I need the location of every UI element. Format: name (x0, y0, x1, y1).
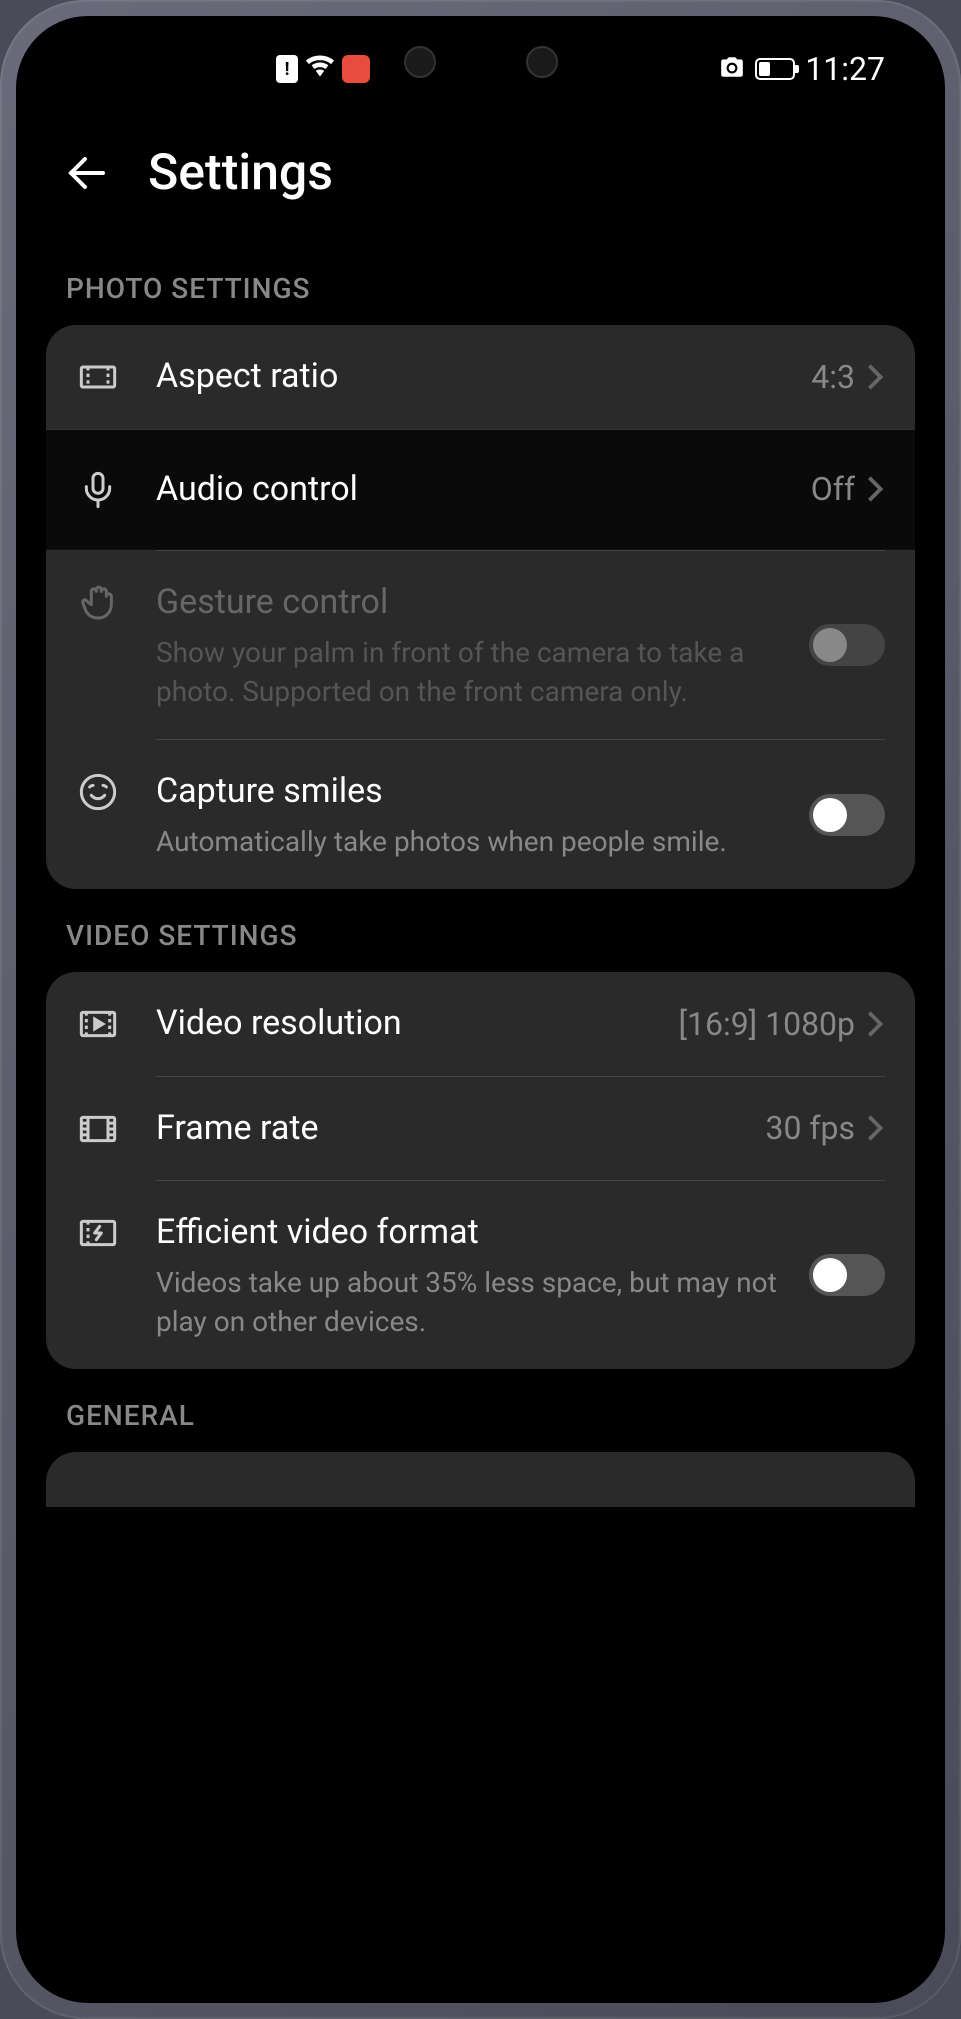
section-header-video: VIDEO SETTINGS (46, 889, 915, 972)
gesture-control-label: Gesture control (156, 579, 789, 627)
microphone-icon (78, 470, 118, 510)
audio-control-label: Audio control (156, 466, 791, 514)
chevron-right-icon (865, 1009, 885, 1039)
phone-frame: ! 11:27 Settings PHOTO SETTINGS (0, 0, 961, 2019)
smile-icon (78, 772, 118, 812)
chevron-right-icon (865, 474, 885, 504)
chevron-right-icon (865, 362, 885, 392)
efficient-video-desc: Videos take up about 35% less space, but… (156, 1263, 789, 1341)
content: PHOTO SETTINGS Aspect ratio 4:3 (16, 232, 945, 1507)
wifi-icon (306, 52, 334, 87)
battery-icon (755, 58, 795, 80)
gesture-control-toggle (809, 624, 885, 666)
section-header-general: GENERAL (46, 1369, 915, 1452)
video-resolution-value: [16:9] 1080p (678, 1005, 855, 1043)
video-resolution-label: Video resolution (156, 1000, 658, 1048)
capture-smiles-desc: Automatically take photos when people sm… (156, 822, 789, 861)
frame-rate-row[interactable]: Frame rate 30 fps (46, 1077, 915, 1181)
app-notification-icon (342, 55, 370, 83)
frame-rate-value: 30 fps (765, 1109, 855, 1147)
audio-control-value: Off (811, 470, 855, 508)
camera-status-icon (719, 50, 745, 88)
efficient-format-icon (78, 1213, 118, 1253)
hand-icon (78, 583, 118, 623)
general-settings-card (46, 1452, 915, 1507)
status-time: 11:27 (805, 50, 885, 88)
page-title: Settings (148, 144, 333, 202)
capture-smiles-label: Capture smiles (156, 768, 789, 816)
sim-alert-icon: ! (276, 55, 298, 83)
efficient-video-row[interactable]: Efficient video format Videos take up ab… (46, 1181, 915, 1369)
aspect-ratio-value: 4:3 (811, 358, 855, 396)
video-settings-card: Video resolution [16:9] 1080p Frame rate (46, 972, 915, 1369)
section-header-photo: PHOTO SETTINGS (46, 242, 915, 325)
frame-rate-label: Frame rate (156, 1105, 745, 1153)
audio-control-row[interactable]: Audio control Off (46, 429, 915, 551)
gesture-control-desc: Show your palm in front of the camera to… (156, 633, 789, 711)
back-button[interactable] (61, 147, 113, 199)
aspect-ratio-row[interactable]: Aspect ratio 4:3 (46, 325, 915, 429)
phone-screen: ! 11:27 Settings PHOTO SETTINGS (16, 16, 945, 2003)
capture-smiles-row[interactable]: Capture smiles Automatically take photos… (46, 740, 915, 889)
header: Settings (16, 104, 945, 232)
efficient-video-label: Efficient video format (156, 1209, 789, 1257)
efficient-video-toggle[interactable] (809, 1254, 885, 1296)
aspect-ratio-label: Aspect ratio (156, 353, 791, 401)
gesture-control-row: Gesture control Show your palm in front … (46, 551, 915, 739)
photo-settings-card: Aspect ratio 4:3 Audio control (46, 325, 915, 889)
video-resolution-row[interactable]: Video resolution [16:9] 1080p (46, 972, 915, 1076)
chevron-right-icon (865, 1113, 885, 1143)
capture-smiles-toggle[interactable] (809, 794, 885, 836)
film-icon (78, 1109, 118, 1149)
video-resolution-icon (78, 1004, 118, 1044)
aspect-ratio-icon (78, 357, 118, 397)
